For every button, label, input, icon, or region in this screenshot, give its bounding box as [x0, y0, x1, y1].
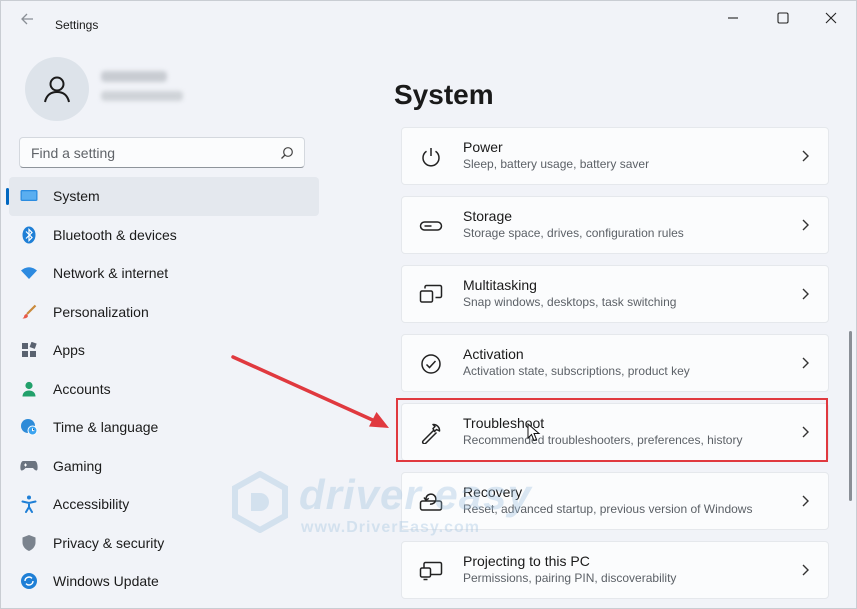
- settings-window: Settings System Bluetooth & devices Netw…: [0, 0, 857, 609]
- annotation-arrow-icon: [231, 355, 389, 428]
- mouse-pointer-icon: [527, 423, 541, 442]
